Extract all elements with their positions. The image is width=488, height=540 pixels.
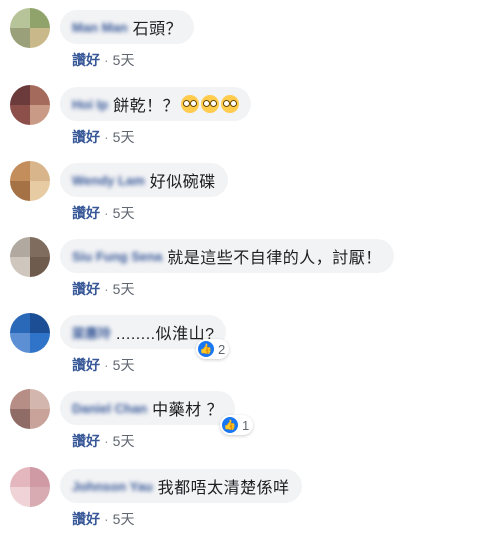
avatar-pixel — [30, 257, 50, 277]
comment-author[interactable]: Siu Fung Sena — [72, 249, 162, 264]
avatar-pixel — [10, 181, 30, 201]
like-link[interactable]: 讚好 — [72, 511, 100, 527]
avatar-pixel — [30, 181, 50, 201]
comment-text: 中藥材 ？ — [152, 402, 224, 419]
comment-author[interactable]: Wendy Lam — [72, 173, 145, 188]
flushed-face-emoji-icon — [221, 95, 240, 113]
avatar-pixel — [10, 467, 30, 487]
comment-list: Man Man 石頭？ 讚好·5天 Hoi Ip 餅乾！？ 讚好·5天 — [0, 0, 488, 540]
comment-meta: 讚好 · 5天 — [72, 127, 134, 147]
comment-meta: 讚好 · 5天 — [72, 203, 134, 223]
thumbs-up-icon: 👍 — [222, 417, 238, 433]
comment-meta: 讚好 · 5天 — [72, 279, 134, 299]
meta-separator: · — [104, 357, 109, 373]
comment-meta: 讚好 · 5天 — [72, 355, 134, 375]
avatar-pixel — [10, 389, 30, 409]
meta-separator: · — [104, 511, 109, 527]
avatar-pixel — [10, 333, 30, 353]
avatar-pixel — [30, 467, 50, 487]
comment-item: Johnson Yau 我都唔太清楚係咩 讚好 · 5天 — [0, 459, 488, 529]
avatar-pixel — [10, 237, 30, 257]
avatar-pixel — [30, 8, 50, 28]
comment-text: 就是這些不自律的人，討厭！ — [167, 250, 382, 267]
comment-author[interactable]: Man Man — [72, 20, 128, 35]
avatar-pixel — [10, 487, 30, 507]
reaction-count: 1 — [242, 417, 250, 433]
like-link[interactable]: 讚好 — [72, 129, 100, 145]
meta-separator: · — [104, 433, 109, 449]
comment-author[interactable]: Daniel Chan — [72, 401, 147, 416]
like-link[interactable]: 讚好 — [72, 357, 100, 373]
comment-text: 我都唔太清楚係咩 — [157, 480, 290, 497]
reaction-count-badge[interactable]: 👍 1 — [220, 415, 254, 435]
comment-bubble: Hoi Ip 餅乾！？ — [60, 87, 252, 121]
avatar-pixel — [30, 85, 50, 105]
like-link[interactable]: 讚好 — [72, 433, 100, 449]
avatar-pixel — [30, 161, 50, 181]
comment-time[interactable]: 5天 — [113, 433, 135, 449]
avatar[interactable] — [10, 8, 50, 48]
avatar-pixel — [10, 161, 30, 181]
avatar-pixel — [30, 105, 50, 125]
avatar-pixel — [10, 8, 30, 28]
avatar[interactable] — [10, 467, 50, 507]
comment-text: 石頭？ — [132, 21, 183, 38]
comment-bubble: Johnson Yau 我都唔太清楚係咩 — [60, 469, 302, 503]
comment-bubble: Wendy Lam 好似碗碟 — [60, 163, 228, 197]
avatar[interactable] — [10, 313, 50, 353]
comment-time[interactable]: 5天 — [113, 511, 135, 527]
meta-separator: · — [104, 129, 109, 145]
comment-meta: 讚好 · 5天 — [72, 431, 134, 451]
avatar-pixel — [30, 389, 50, 409]
avatar[interactable] — [10, 85, 50, 125]
comment-item: 梁惠玲 ........似淮山? 👍 2 讚好 · 5天 — [0, 305, 488, 375]
comment-meta: 讚好 · 5天 — [72, 509, 134, 529]
comment-time[interactable]: 5天 — [113, 52, 135, 68]
comment-item: Hoi Ip 餅乾！？ 讚好 · 5天 — [0, 77, 488, 147]
avatar-pixel — [30, 409, 50, 429]
meta-separator: · — [104, 52, 109, 68]
comment-time[interactable]: 5天 — [113, 357, 135, 373]
avatar-pixel — [10, 28, 30, 48]
flushed-face-emoji-icon — [201, 95, 220, 113]
avatar-pixel — [10, 105, 30, 125]
comment-bubble: Siu Fung Sena 就是這些不自律的人，討厭！ — [60, 239, 394, 273]
comment-time[interactable]: 5天 — [113, 129, 135, 145]
reaction-count: 2 — [218, 341, 226, 357]
comment-item: Man Man 石頭？ 讚好 · 5天 — [0, 0, 488, 70]
like-link[interactable]: 讚好 — [72, 52, 100, 68]
comment-text: 好似碗碟 — [149, 174, 216, 191]
thumbs-up-icon: 👍 — [198, 341, 214, 357]
avatar-pixel — [10, 313, 30, 333]
like-link[interactable]: 讚好 — [72, 281, 100, 297]
comment-bubble: Daniel Chan 中藥材 ？ — [60, 391, 236, 425]
avatar-pixel — [10, 85, 30, 105]
comment-item: Wendy Lam 好似碗碟 讚好 · 5天 — [0, 153, 488, 223]
comment-author[interactable]: 梁惠玲 — [72, 323, 111, 342]
avatar[interactable] — [10, 237, 50, 277]
avatar-pixel — [10, 409, 30, 429]
avatar[interactable] — [10, 161, 50, 201]
avatar[interactable] — [10, 389, 50, 429]
reaction-count-badge[interactable]: 👍 2 — [196, 339, 230, 359]
meta-separator: · — [104, 281, 109, 297]
comment-meta: 讚好 · 5天 — [72, 50, 134, 70]
comment-time[interactable]: 5天 — [113, 205, 135, 221]
avatar-pixel — [30, 28, 50, 48]
avatar-pixel — [10, 257, 30, 277]
flushed-face-emoji-icon — [181, 95, 200, 113]
meta-separator: · — [104, 205, 109, 221]
avatar-pixel — [30, 313, 50, 333]
comment-bubble: Man Man 石頭？ — [60, 10, 195, 44]
like-link[interactable]: 讚好 — [72, 205, 100, 221]
comment-text: 餅乾！？ — [113, 98, 180, 115]
comment-item: Siu Fung Sena 就是這些不自律的人，討厭！ 讚好 · 5天 — [0, 229, 488, 299]
avatar-pixel — [30, 333, 50, 353]
avatar-pixel — [30, 237, 50, 257]
comment-item: Daniel Chan 中藥材 ？ 👍 1 讚好 · 5天 — [0, 381, 488, 451]
comment-time[interactable]: 5天 — [113, 281, 135, 297]
comment-author[interactable]: Hoi Ip — [72, 97, 108, 112]
avatar-pixel — [30, 487, 50, 507]
comment-author[interactable]: Johnson Yau — [72, 479, 153, 494]
